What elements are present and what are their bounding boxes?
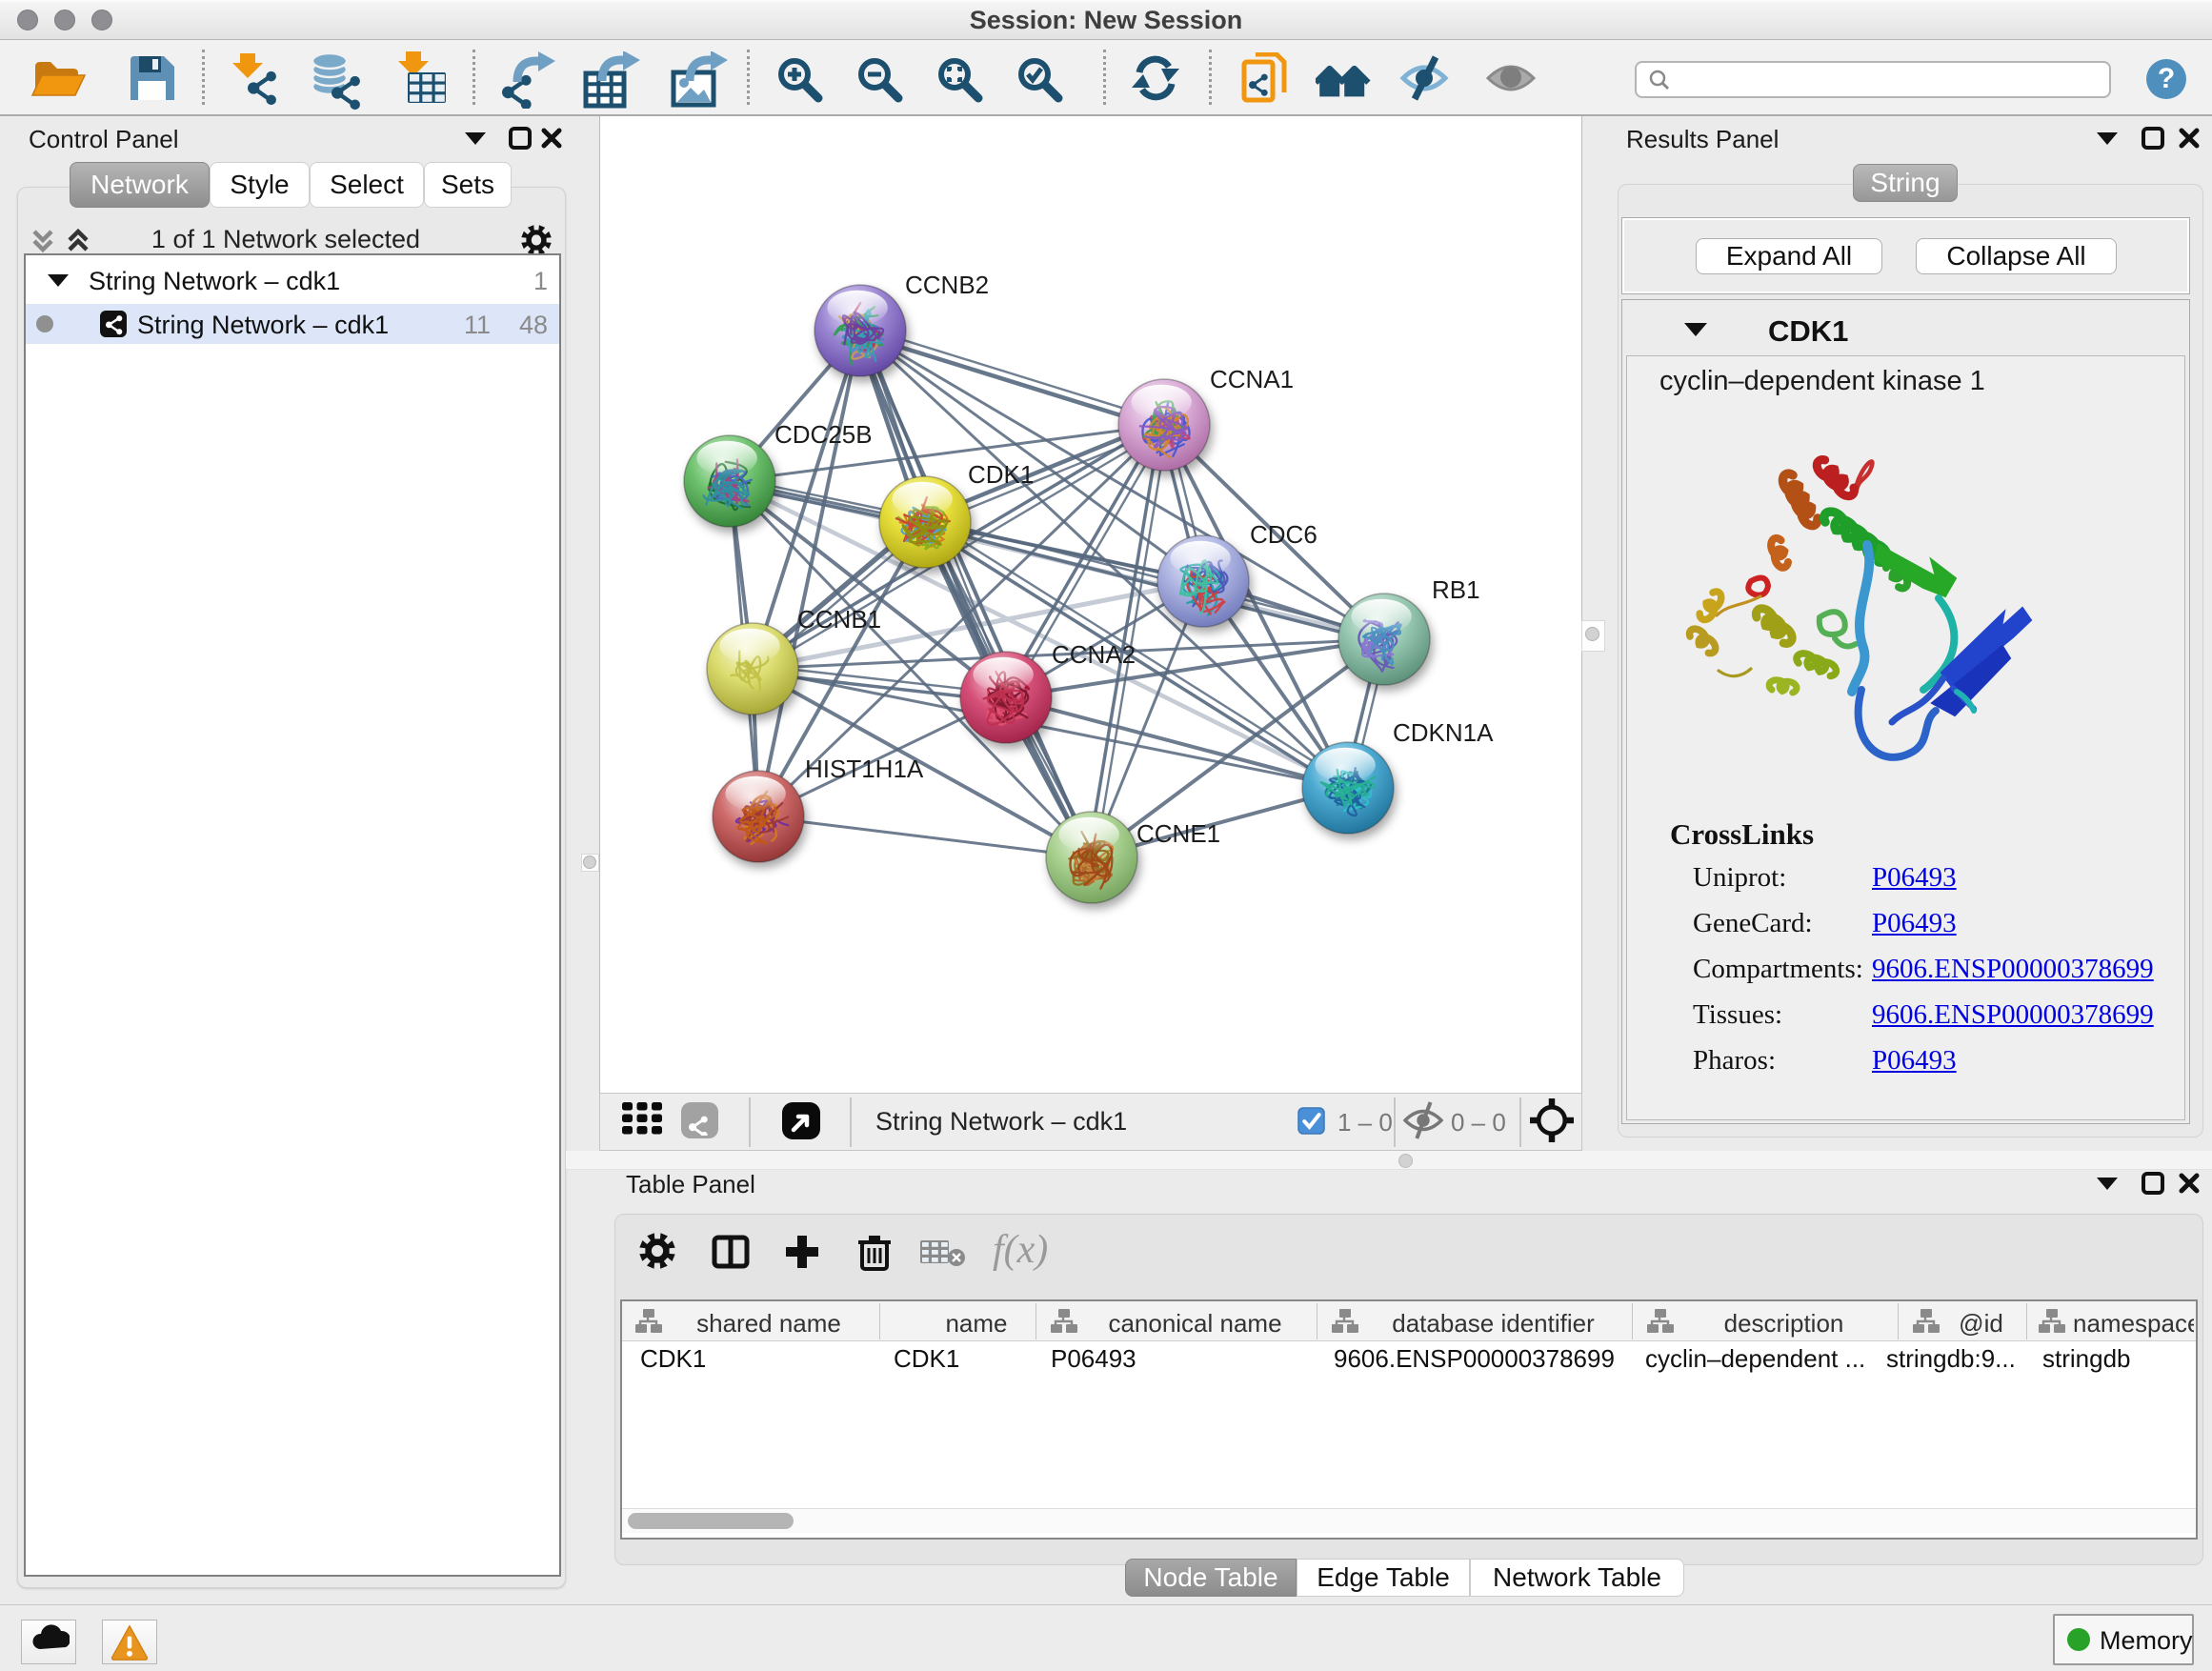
svg-text:HIST1H1A: HIST1H1A bbox=[805, 755, 924, 783]
svg-text:CDC25B: CDC25B bbox=[774, 420, 873, 449]
svg-text:CCNE1: CCNE1 bbox=[1136, 819, 1220, 848]
svg-text:CDK1: CDK1 bbox=[968, 460, 1034, 489]
svg-text:CCNB1: CCNB1 bbox=[797, 605, 881, 634]
svg-text:CCNA1: CCNA1 bbox=[1210, 365, 1294, 393]
svg-text:CCNA2: CCNA2 bbox=[1052, 640, 1136, 669]
svg-text:CCNB2: CCNB2 bbox=[905, 271, 989, 299]
svg-text:CDC6: CDC6 bbox=[1250, 520, 1317, 549]
svg-text:CDKN1A: CDKN1A bbox=[1393, 718, 1494, 747]
svg-text:RB1: RB1 bbox=[1432, 575, 1480, 604]
